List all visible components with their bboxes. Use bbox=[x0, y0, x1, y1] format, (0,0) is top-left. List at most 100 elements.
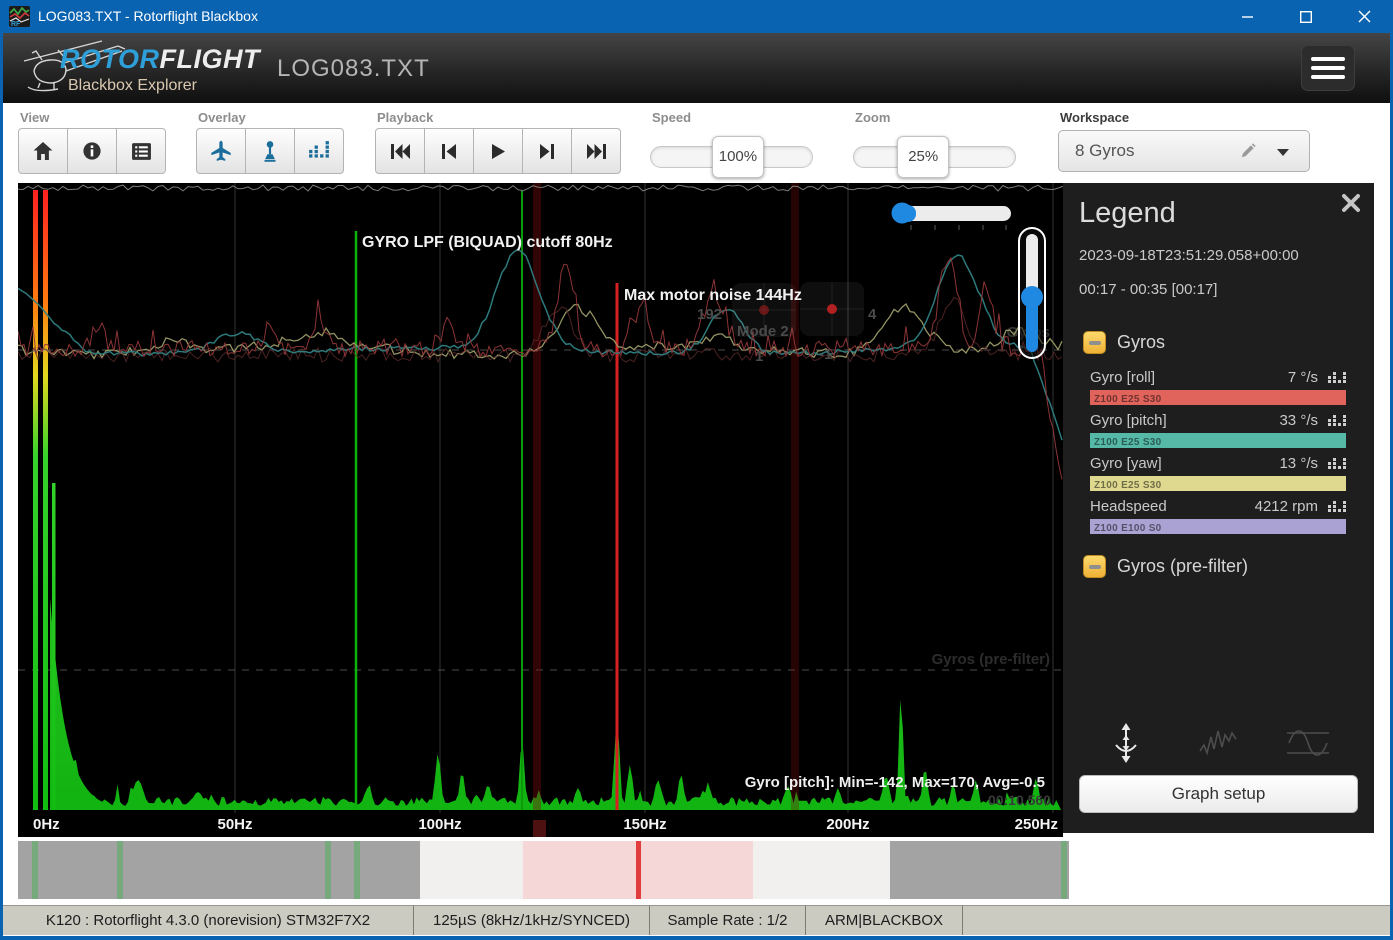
log-info-button[interactable] bbox=[67, 128, 117, 174]
speed-slider-thumb[interactable]: 100% bbox=[712, 136, 764, 178]
zoom-label: Zoom bbox=[855, 110, 890, 125]
stick-mode-label: Mode 2 bbox=[737, 323, 789, 340]
maximize-button[interactable] bbox=[1277, 0, 1335, 33]
x-axis-tick: 150Hz bbox=[623, 816, 666, 833]
app-window: RF LOG083.TXT - Rotorflight Blackbox bbox=[0, 0, 1393, 940]
legend-item: Gyro [pitch] 33 °/s Z100 E25 S30 bbox=[1063, 408, 1374, 451]
jump-end-button[interactable] bbox=[571, 128, 621, 174]
seek-cursor[interactable] bbox=[636, 841, 641, 899]
status-sample-rate: Sample Rate : 1/2 bbox=[650, 906, 806, 935]
playback-label: Playback bbox=[377, 110, 433, 125]
graph-svg: Gyros Gyros (pre-filter) bbox=[18, 183, 1063, 837]
fft-peak-bar bbox=[33, 190, 38, 810]
window-border-left bbox=[0, 33, 3, 940]
sticks-overlay-button[interactable] bbox=[245, 128, 295, 174]
waveform-tool-icon[interactable] bbox=[1198, 723, 1238, 763]
speed-slider[interactable]: 100% bbox=[650, 146, 813, 168]
right-stick-dot bbox=[827, 304, 837, 314]
fft-peak-bar bbox=[52, 483, 56, 810]
vertical-slider-thumb bbox=[1021, 286, 1043, 308]
legend-item-tag: Z100 E100 S0 bbox=[1094, 523, 1162, 534]
legend-item: Headspeed 4212 rpm Z100 E100 S0 bbox=[1063, 494, 1374, 537]
sine-tool-icon[interactable] bbox=[1285, 723, 1331, 763]
home-view-button[interactable] bbox=[18, 128, 68, 174]
seekbar[interactable] bbox=[18, 841, 1069, 899]
legend-item-name[interactable]: Gyro [yaw] bbox=[1090, 455, 1279, 472]
joystick-icon bbox=[259, 140, 281, 162]
legend-item-value: 33 °/s bbox=[1279, 412, 1318, 429]
legend-title: Legend bbox=[1079, 197, 1176, 230]
left-stick-dot bbox=[759, 305, 769, 315]
edit-pencil-icon[interactable] bbox=[1239, 142, 1257, 160]
close-button[interactable] bbox=[1335, 0, 1393, 33]
collapse-group-button[interactable] bbox=[1083, 331, 1106, 354]
legend-item-colorbar[interactable]: Z100 E100 S0 bbox=[1090, 519, 1346, 534]
x-axis-tick: 0Hz bbox=[33, 816, 60, 833]
legend-item-name[interactable]: Gyro [roll] bbox=[1090, 369, 1288, 386]
zoom-slider-thumb[interactable]: 25% bbox=[897, 136, 949, 178]
marker-band bbox=[791, 183, 799, 810]
graph-zoom-slider-vertical[interactable] bbox=[1019, 228, 1045, 358]
seek-event-marker bbox=[32, 841, 38, 899]
minimize-button[interactable] bbox=[1219, 0, 1277, 33]
workspace-select[interactable]: 8 Gyros bbox=[1058, 130, 1310, 172]
legend-group-label: Gyros bbox=[1117, 332, 1165, 353]
next-frame-icon bbox=[539, 143, 555, 160]
legend-item-colorbar[interactable]: Z100 E25 S30 bbox=[1090, 476, 1346, 491]
seek-event-marker bbox=[354, 841, 360, 899]
legend-item-value: 13 °/s bbox=[1279, 455, 1318, 472]
skip-to-start-icon bbox=[390, 143, 411, 160]
step-back-button[interactable] bbox=[424, 128, 474, 174]
stick-value-right-max: 4 bbox=[868, 306, 877, 323]
legend-item-colorbar[interactable]: Z100 E25 S30 bbox=[1090, 390, 1346, 405]
minus-icon bbox=[1089, 341, 1101, 345]
menu-button[interactable] bbox=[1301, 45, 1355, 91]
previous-frame-icon bbox=[441, 143, 457, 160]
legend-tools bbox=[1063, 723, 1374, 763]
skip-to-end-icon bbox=[586, 143, 607, 160]
status-looptime: 125µS (8kHz/1kHz/SYNCED) bbox=[414, 906, 650, 935]
legend-item-name[interactable]: Gyro [pitch] bbox=[1090, 412, 1279, 429]
legend-item-value: 7 °/s bbox=[1288, 369, 1318, 386]
titlebar: RF LOG083.TXT - Rotorflight Blackbox bbox=[0, 0, 1393, 33]
legend-panel: Legend 2023-09-18T23:51:29.058+00:00 00:… bbox=[1063, 183, 1374, 833]
collapse-group-button[interactable] bbox=[1083, 555, 1106, 578]
spectrum-icon[interactable] bbox=[1328, 499, 1346, 514]
legend-item-name[interactable]: Headspeed bbox=[1090, 498, 1255, 515]
stick-value-left: 1 bbox=[755, 348, 763, 365]
status-bar: K120 : Rotorflight 4.3.0 (norevision) ST… bbox=[3, 905, 1390, 935]
step-forward-button[interactable] bbox=[522, 128, 572, 174]
window-border-bottom bbox=[0, 936, 1393, 940]
x-axis-tick: 250Hz bbox=[1015, 816, 1058, 833]
home-icon bbox=[32, 141, 54, 161]
status-empty bbox=[963, 906, 1390, 935]
window-title: LOG083.TXT - Rotorflight Blackbox bbox=[38, 0, 258, 33]
zoom-vertical-tool-icon[interactable] bbox=[1108, 723, 1144, 763]
stick-value-collective: 192 bbox=[697, 306, 722, 323]
play-button[interactable] bbox=[473, 128, 523, 174]
graph-canvas[interactable]: Gyros Gyros (pre-filter) bbox=[18, 183, 1063, 837]
seek-event-marker bbox=[1061, 841, 1067, 899]
legend-group-header: Gyros bbox=[1083, 331, 1165, 354]
close-icon[interactable] bbox=[1341, 193, 1361, 213]
spectrum-icon[interactable] bbox=[1328, 370, 1346, 385]
x-axis-tick: 200Hz bbox=[826, 816, 869, 833]
jump-start-button[interactable] bbox=[375, 128, 425, 174]
spectrum-overlay-button[interactable] bbox=[294, 128, 344, 174]
brand-logo: ROTORFLIGHT bbox=[60, 44, 260, 75]
legend-item-tag: Z100 E25 S30 bbox=[1094, 437, 1162, 448]
seek-segment-gray bbox=[890, 841, 1069, 899]
legend-item-colorbar[interactable]: Z100 E25 S30 bbox=[1090, 433, 1346, 448]
zoom-slider[interactable]: 25% bbox=[853, 146, 1016, 168]
fft-peak-bar bbox=[43, 190, 48, 810]
spectrum-icon[interactable] bbox=[1328, 413, 1346, 428]
header-dialog-button[interactable] bbox=[116, 128, 166, 174]
graph-setup-button[interactable]: Graph setup bbox=[1079, 775, 1358, 813]
graph-pan-slider[interactable] bbox=[892, 203, 1012, 231]
stick-value-right-min: -1 bbox=[819, 346, 832, 363]
spectrum-icon[interactable] bbox=[1328, 456, 1346, 471]
cursor-marker bbox=[533, 820, 546, 837]
svg-text:RF: RF bbox=[11, 21, 21, 27]
craft-overlay-button[interactable] bbox=[196, 128, 246, 174]
speed-label: Speed bbox=[652, 110, 691, 125]
